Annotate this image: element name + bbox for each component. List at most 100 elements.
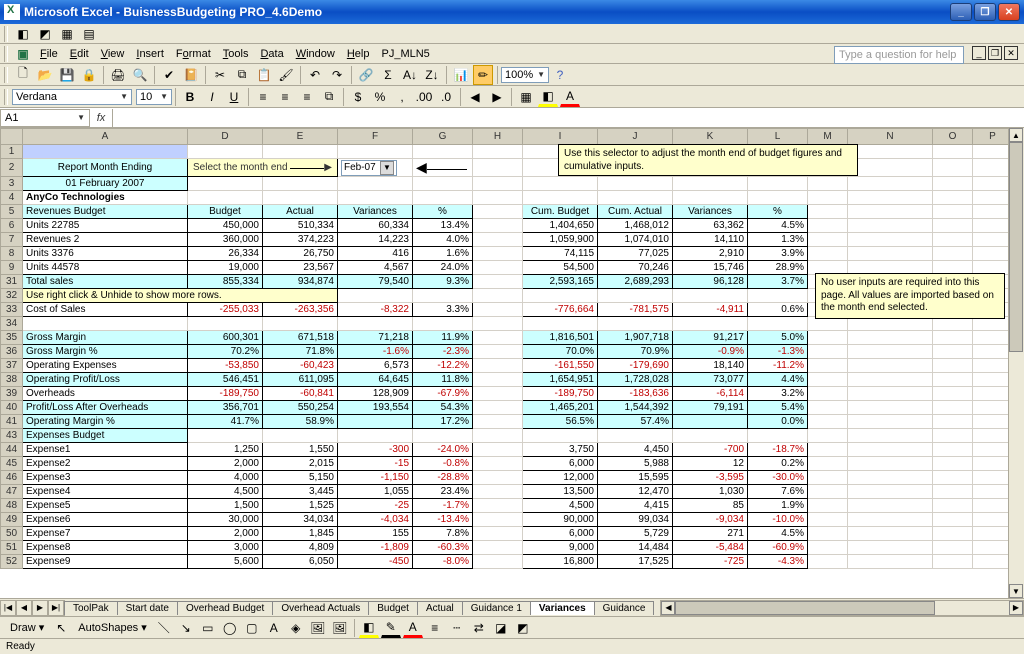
cell[interactable] <box>473 429 523 443</box>
cell[interactable] <box>598 317 673 331</box>
cell[interactable] <box>23 145 188 159</box>
cell[interactable]: 41.7% <box>188 415 263 429</box>
cell[interactable]: 85 <box>673 499 748 513</box>
cell[interactable] <box>933 415 973 429</box>
cell[interactable]: 1,728,028 <box>598 373 673 387</box>
cell[interactable] <box>188 429 263 443</box>
cell[interactable]: 2,000 <box>188 457 263 471</box>
redo-icon[interactable]: ↷ <box>327 65 347 85</box>
increase-decimal-icon[interactable]: .00 <box>414 87 434 107</box>
cell[interactable]: Budget <box>188 205 263 219</box>
row-header[interactable]: 2 <box>1 159 23 177</box>
cell[interactable] <box>933 233 973 247</box>
cell[interactable]: Units 44578 <box>23 261 188 275</box>
cell[interactable]: 90,000 <box>523 513 598 527</box>
cell[interactable] <box>748 191 808 205</box>
row-header[interactable]: 1 <box>1 145 23 159</box>
cell[interactable] <box>808 457 848 471</box>
row-header[interactable]: 51 <box>1 541 23 555</box>
cell[interactable]: -450 <box>338 555 413 569</box>
column-header[interactable]: K <box>673 129 748 145</box>
cell[interactable] <box>933 541 973 555</box>
cell[interactable] <box>598 177 673 191</box>
menu-view[interactable]: View <box>95 46 131 62</box>
cell[interactable] <box>933 457 973 471</box>
cell[interactable]: -1,809 <box>338 541 413 555</box>
cell[interactable]: 2,000 <box>188 527 263 541</box>
cell[interactable] <box>598 289 673 303</box>
cell[interactable] <box>598 191 673 205</box>
cell[interactable] <box>473 317 523 331</box>
cell[interactable]: 12,470 <box>598 485 673 499</box>
cell[interactable] <box>808 555 848 569</box>
draw-menu[interactable]: Draw ▾ <box>4 619 50 636</box>
cell[interactable]: Profit/Loss After Overheads <box>23 401 188 415</box>
row-header[interactable]: 5 <box>1 205 23 219</box>
cell[interactable]: Total sales <box>23 275 188 289</box>
cell[interactable] <box>848 401 933 415</box>
cell[interactable]: Operating Profit/Loss <box>23 373 188 387</box>
cell[interactable]: 1.3% <box>748 233 808 247</box>
cell[interactable]: AnyCo Technologies <box>23 191 188 205</box>
cell[interactable] <box>848 429 933 443</box>
cell[interactable]: 1,059,900 <box>523 233 598 247</box>
cell[interactable]: 74,115 <box>523 247 598 261</box>
cell[interactable]: 14,110 <box>673 233 748 247</box>
row-header[interactable]: 8 <box>1 247 23 261</box>
undo-icon[interactable]: ↶ <box>305 65 325 85</box>
row-header[interactable]: 4 <box>1 191 23 205</box>
row-header[interactable]: 41 <box>1 415 23 429</box>
cell[interactable]: 1,654,951 <box>523 373 598 387</box>
cell[interactable]: 23.4% <box>413 485 473 499</box>
cell[interactable]: -53,850 <box>188 359 263 373</box>
wordart-icon[interactable]: A <box>264 618 284 638</box>
cell[interactable]: Operating Margin % <box>23 415 188 429</box>
cell[interactable]: 56.5% <box>523 415 598 429</box>
cell[interactable]: -60.3% <box>413 541 473 555</box>
sheet-tab[interactable]: Overhead Actuals <box>272 601 369 615</box>
cell[interactable]: -4,034 <box>338 513 413 527</box>
cell[interactable]: -13.4% <box>413 513 473 527</box>
zoom-input[interactable]: 100%▼ <box>501 67 549 83</box>
column-header[interactable]: O <box>933 129 973 145</box>
cell[interactable]: -67.9% <box>413 387 473 401</box>
menu-help[interactable]: Help <box>341 46 376 62</box>
cell[interactable]: 4,450 <box>598 443 673 457</box>
cell[interactable] <box>473 359 523 373</box>
cell[interactable] <box>263 429 338 443</box>
cell[interactable]: 611,095 <box>263 373 338 387</box>
cell[interactable] <box>973 485 1013 499</box>
cell[interactable] <box>808 177 848 191</box>
cell[interactable] <box>263 317 338 331</box>
cell[interactable]: Report Month Ending <box>23 159 188 177</box>
cell[interactable] <box>808 499 848 513</box>
cell[interactable]: 13,500 <box>523 485 598 499</box>
cell[interactable] <box>523 177 598 191</box>
cell[interactable] <box>848 359 933 373</box>
sheet-tab[interactable]: Overhead Budget <box>177 601 273 615</box>
cell[interactable] <box>933 359 973 373</box>
cell[interactable] <box>263 145 338 159</box>
cell[interactable]: 3.3% <box>413 303 473 317</box>
cell[interactable]: 0.0% <box>748 415 808 429</box>
cell[interactable] <box>473 303 523 317</box>
cell[interactable]: 71.8% <box>263 345 338 359</box>
sheet-tab[interactable]: Guidance 1 <box>462 601 531 615</box>
cell[interactable] <box>473 541 523 555</box>
cell[interactable]: -263,356 <box>263 303 338 317</box>
column-header[interactable]: G <box>413 129 473 145</box>
cell[interactable] <box>973 387 1013 401</box>
cell[interactable]: 91,217 <box>673 331 748 345</box>
cell[interactable]: 3.9% <box>748 247 808 261</box>
cell[interactable]: 1,468,012 <box>598 219 673 233</box>
cell[interactable]: 3.2% <box>748 387 808 401</box>
cell[interactable]: 0.2% <box>748 457 808 471</box>
column-header[interactable]: N <box>848 129 933 145</box>
cell[interactable] <box>933 219 973 233</box>
excel-icon[interactable]: ▣ <box>13 44 33 64</box>
cell[interactable]: -3,595 <box>673 471 748 485</box>
cell[interactable]: -5,484 <box>673 541 748 555</box>
cell[interactable] <box>473 145 523 159</box>
cell[interactable]: 2,910 <box>673 247 748 261</box>
cell[interactable]: 374,223 <box>263 233 338 247</box>
